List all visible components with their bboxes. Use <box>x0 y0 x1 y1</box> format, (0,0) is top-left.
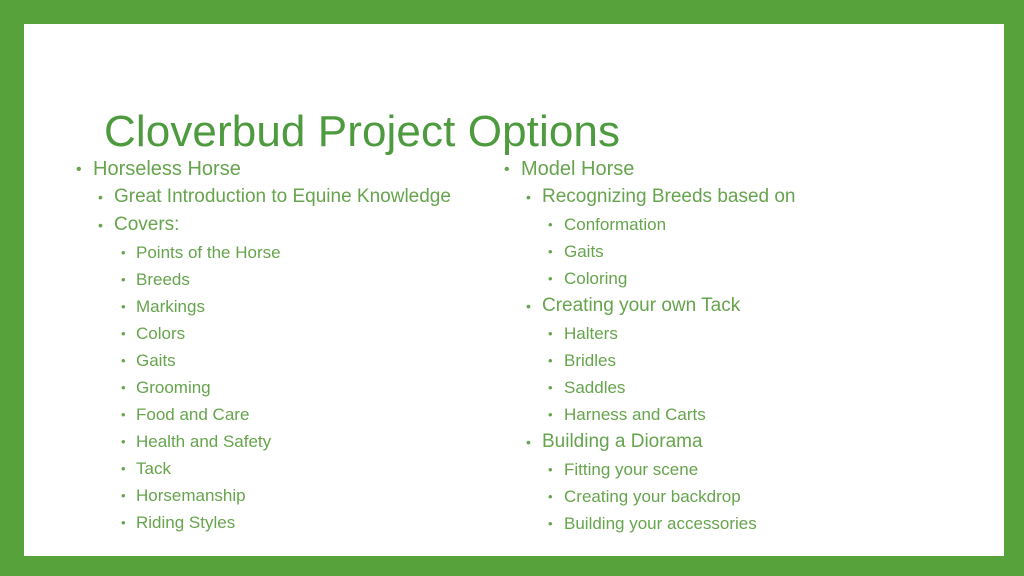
bullet-icon: • <box>548 271 553 286</box>
list-item-label: Halters <box>564 324 618 343</box>
list-item-label: Coloring <box>564 269 628 288</box>
bullet-icon: • <box>548 326 553 341</box>
list-item-level2: • Creating your own Tack <box>504 292 974 320</box>
bullet-icon: • <box>526 189 531 205</box>
list-item-level3: • Gaits <box>76 347 474 374</box>
page-title: Cloverbud Project Options <box>104 107 621 157</box>
list-item-label: Gaits <box>136 351 176 370</box>
list-item-level1: • Model Horse <box>504 156 974 183</box>
list-item-label: Building a Diorama <box>542 431 703 452</box>
list-item-level3: • Points of the Horse <box>76 239 474 266</box>
list-item-label: Markings <box>136 297 205 316</box>
list-item-level3: • Grooming <box>76 374 474 401</box>
bullet-list-right: • Model Horse • Recognizing Breeds based… <box>504 156 974 537</box>
list-item-level3: • Gaits <box>504 238 974 265</box>
list-item-level1: • Horseless Horse <box>76 156 474 183</box>
bullet-icon: • <box>121 326 126 341</box>
list-item-label: Gaits <box>564 242 604 261</box>
list-item-label: Covers: <box>114 214 180 235</box>
list-item-level3: • Breeds <box>76 266 474 293</box>
bullet-icon: • <box>526 434 531 450</box>
bullet-icon: • <box>121 434 126 449</box>
list-item-level2: • Building a Diorama <box>504 428 974 456</box>
bullet-icon: • <box>548 516 553 531</box>
bullet-icon: • <box>121 407 126 422</box>
list-item-label: Harness and Carts <box>564 405 706 424</box>
list-item-level3: • Riding Styles <box>76 509 474 536</box>
list-item-label: Fitting your scene <box>564 460 699 479</box>
list-item-label: Building your accessories <box>564 514 757 533</box>
list-item-label: Riding Styles <box>136 513 236 532</box>
bullet-icon: • <box>548 489 553 504</box>
column-right: • Model Horse • Recognizing Breeds based… <box>474 156 974 537</box>
list-item-level3: • Creating your backdrop <box>504 483 974 510</box>
list-item-level3: • Markings <box>76 293 474 320</box>
bullet-icon: • <box>526 298 531 314</box>
list-item-level3: • Halters <box>504 320 974 347</box>
list-item-label: Health and Safety <box>136 432 272 451</box>
list-item-label: Food and Care <box>136 405 250 424</box>
list-item-label: Points of the Horse <box>136 243 281 262</box>
list-item-level3: • Tack <box>76 455 474 482</box>
bullet-icon: • <box>76 161 82 178</box>
list-item-level2: • Recognizing Breeds based on <box>504 183 974 211</box>
list-item-label: Saddles <box>564 378 626 397</box>
list-item-level3: • Fitting your scene <box>504 456 974 483</box>
list-item-label: Breeds <box>136 270 190 289</box>
bullet-icon: • <box>121 299 126 314</box>
list-item-label: Recognizing Breeds based on <box>542 186 796 207</box>
list-item-label: Great Introduction to Equine Knowledge <box>114 186 451 207</box>
list-item-label: Creating your backdrop <box>564 487 741 506</box>
list-item-level3: • Horsemanship <box>76 482 474 509</box>
list-item-level3: • Coloring <box>504 265 974 292</box>
list-item-level3: • Building your accessories <box>504 510 974 537</box>
list-item-level3: • Health and Safety <box>76 428 474 455</box>
bullet-icon: • <box>548 462 553 477</box>
bullet-icon: • <box>121 245 126 260</box>
list-item-label: Horsemanship <box>136 486 246 505</box>
list-item-label: Model Horse <box>521 158 635 180</box>
list-item-label: Horseless Horse <box>93 158 241 180</box>
bullet-icon: • <box>121 380 126 395</box>
list-item-label: Bridles <box>564 351 616 370</box>
bullet-icon: • <box>548 407 553 422</box>
bullet-icon: • <box>121 488 126 503</box>
bullet-icon: • <box>548 244 553 259</box>
bullet-icon: • <box>121 515 126 530</box>
list-item-label: Conformation <box>564 215 667 234</box>
bullet-icon: • <box>548 353 553 368</box>
content-columns: • Horseless Horse • Great Introduction t… <box>24 156 1004 537</box>
list-item-label: Colors <box>136 324 186 343</box>
list-item-level3: • Colors <box>76 320 474 347</box>
list-item-level3: • Harness and Carts <box>504 401 974 428</box>
list-item-label: Grooming <box>136 378 211 397</box>
bullet-icon: • <box>121 272 126 287</box>
list-item-level3: • Conformation <box>504 211 974 238</box>
bullet-icon: • <box>504 161 510 178</box>
bullet-icon: • <box>98 189 103 205</box>
column-left: • Horseless Horse • Great Introduction t… <box>24 156 474 536</box>
bullet-list-left: • Horseless Horse • Great Introduction t… <box>76 156 474 536</box>
list-item-level2: • Covers: <box>76 211 474 239</box>
slide-content-area: Cloverbud Project Options • Horseless Ho… <box>24 24 1004 556</box>
list-item-label: Tack <box>136 459 171 478</box>
slide: Cloverbud Project Options • Horseless Ho… <box>0 0 1024 576</box>
list-item-level3: • Food and Care <box>76 401 474 428</box>
list-item-level2: • Great Introduction to Equine Knowledge <box>76 183 474 211</box>
list-item-label: Creating your own Tack <box>542 295 741 316</box>
list-item-level3: • Saddles <box>504 374 974 401</box>
list-item-level3: • Bridles <box>504 347 974 374</box>
bullet-icon: • <box>98 217 103 233</box>
bullet-icon: • <box>121 461 126 476</box>
bullet-icon: • <box>121 353 126 368</box>
bullet-icon: • <box>548 380 553 395</box>
bullet-icon: • <box>548 217 553 232</box>
